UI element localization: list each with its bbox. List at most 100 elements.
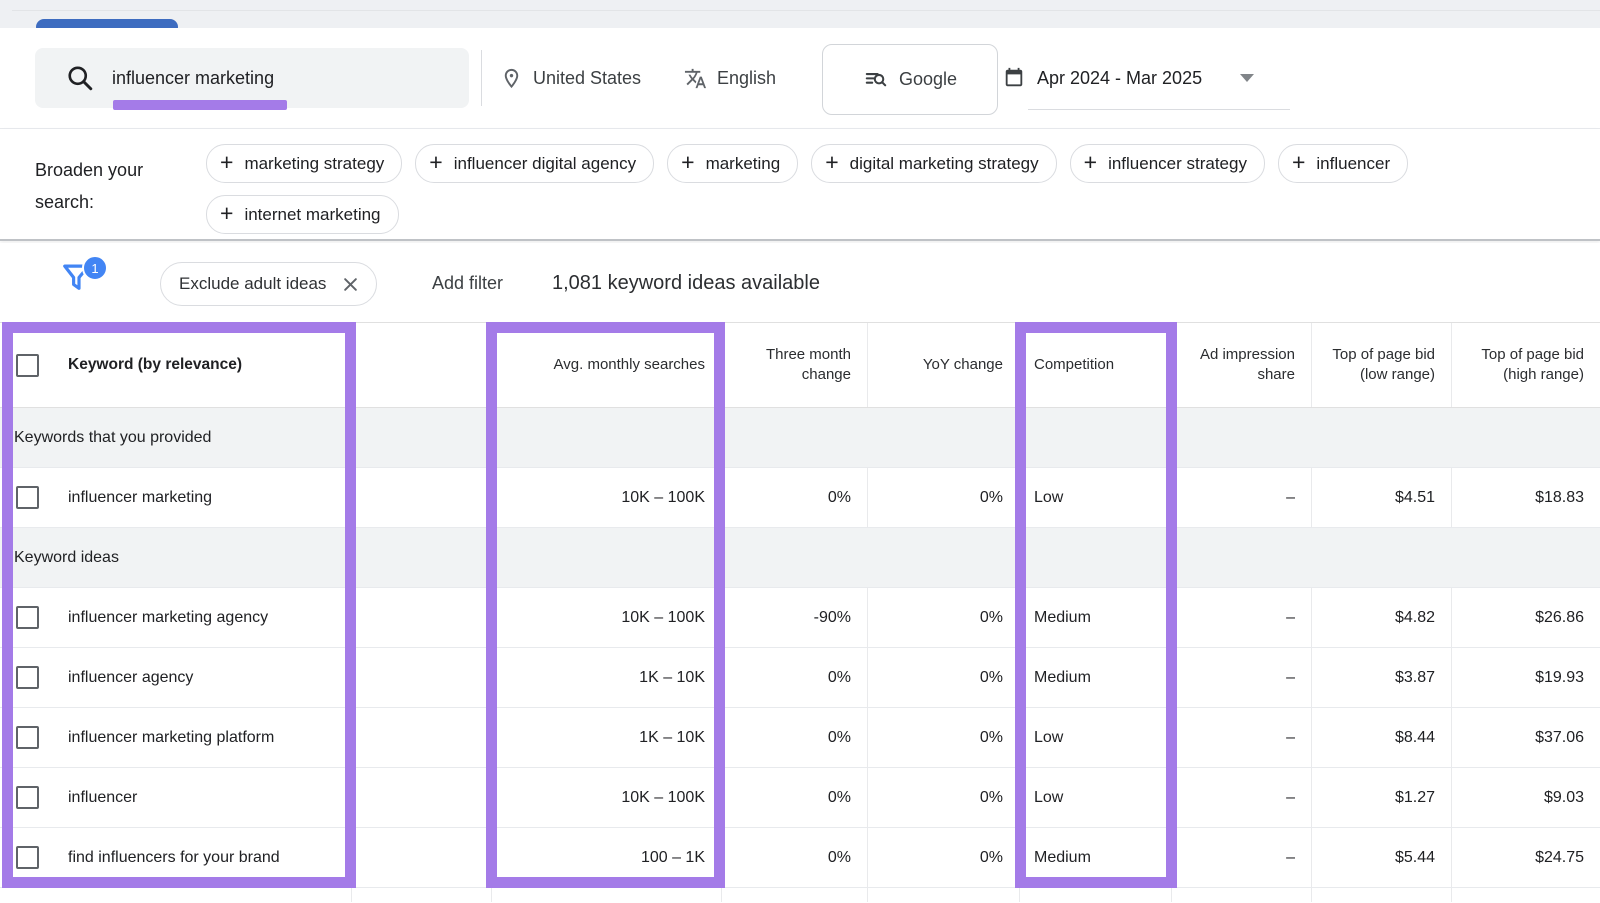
broaden-chip-marketing[interactable]: +marketing — [667, 144, 798, 183]
row-checkbox[interactable] — [16, 726, 39, 749]
row-checkbox[interactable] — [16, 486, 39, 509]
yoy-change-cell: 0% — [868, 708, 1020, 767]
location-selector[interactable]: United States — [500, 28, 641, 128]
top-bid-high-cell: $24.75 — [1452, 828, 1600, 887]
yoy-change-cell: 0% — [868, 588, 1020, 647]
column-spacer — [352, 323, 492, 407]
broaden-chip-label: influencer strategy — [1108, 154, 1247, 174]
cell-value: 0% — [980, 489, 1003, 507]
filler-cell — [1452, 888, 1600, 902]
keyword-cell: influencer marketing platform — [0, 708, 352, 767]
cell-value: 10K – 100K — [621, 789, 705, 807]
top-bid-high-cell: $26.86 — [1452, 588, 1600, 647]
column-header-competition[interactable]: Competition — [1020, 323, 1172, 407]
close-icon[interactable] — [343, 277, 358, 292]
cell-value: 100 – 1K — [641, 849, 705, 867]
section-label: Keywords that you provided — [14, 429, 211, 447]
active-filter-chip[interactable]: Exclude adult ideas — [160, 262, 377, 306]
column-header-ad-impression-share[interactable]: Ad impression share — [1172, 323, 1312, 407]
cell-value: $4.51 — [1395, 489, 1435, 507]
table-row-influencer: influencer10K – 100K0%0%Low–$1.27$9.03 — [0, 768, 1600, 828]
spacer-cell — [352, 708, 492, 767]
filter-count-badge: 1 — [82, 255, 108, 281]
top-bid-high-cell: $37.06 — [1452, 708, 1600, 767]
keyword-cell: influencer marketing agency — [0, 588, 352, 647]
spacer-cell — [352, 828, 492, 887]
cell-value: 0% — [828, 489, 851, 507]
table-row-influencer-marketing: influencer marketing10K – 100K0%0%Low–$4… — [0, 468, 1600, 528]
cell-value: – — [1286, 669, 1295, 687]
column-header-label: Top of page bid (low range) — [1312, 345, 1435, 386]
translate-icon — [684, 67, 707, 90]
date-range-selector[interactable]: Apr 2024 - Mar 2025 — [1003, 28, 1254, 128]
active-filter-label: Exclude adult ideas — [179, 274, 326, 294]
chevron-down-icon[interactable] — [1240, 74, 1254, 82]
search-input[interactable] — [110, 67, 444, 90]
keyword-text: influencer marketing platform — [68, 729, 274, 747]
broaden-chip-influencer-digital-agency[interactable]: +influencer digital agency — [415, 144, 654, 183]
column-header-label: Avg. monthly searches — [554, 355, 705, 375]
competition-cell: Low — [1020, 768, 1172, 827]
broaden-chip-label: influencer — [1316, 154, 1390, 174]
column-header-yoy-change[interactable]: YoY change — [868, 323, 1020, 407]
add-filter-button[interactable]: Add filter — [432, 262, 503, 304]
spacer-cell — [352, 468, 492, 527]
keyword-search-box[interactable] — [35, 48, 469, 108]
column-header-three-month-change[interactable]: Three month change — [722, 323, 868, 407]
filler-cell — [1172, 888, 1312, 902]
date-range-label: Apr 2024 - Mar 2025 — [1037, 68, 1202, 89]
avg-monthly-searches-cell: 10K – 100K — [492, 768, 722, 827]
avg-monthly-searches-cell: 1K – 10K — [492, 708, 722, 767]
ad-impression-share-cell: – — [1172, 648, 1312, 707]
column-header-keyword[interactable]: Keyword (by relevance) — [0, 323, 352, 407]
broaden-chip-marketing-strategy[interactable]: +marketing strategy — [206, 144, 402, 183]
ad-impression-share-cell: – — [1172, 708, 1312, 767]
cell-value: $8.44 — [1395, 729, 1435, 747]
broaden-chip-internet-marketing[interactable]: +internet marketing — [206, 195, 399, 234]
column-header-label: Ad impression share — [1172, 345, 1295, 386]
cell-value: Low — [1034, 729, 1063, 747]
cell-value: $37.06 — [1535, 729, 1584, 747]
broaden-chip-influencer-strategy[interactable]: +influencer strategy — [1070, 144, 1265, 183]
cell-value: – — [1286, 789, 1295, 807]
row-checkbox[interactable] — [16, 786, 39, 809]
cell-value: 10K – 100K — [621, 609, 705, 627]
competition-cell: Low — [1020, 708, 1172, 767]
competition-cell: Low — [1020, 468, 1172, 527]
top-bid-low-cell: $4.51 — [1312, 468, 1452, 527]
language-selector[interactable]: English — [684, 28, 776, 128]
location-label: United States — [533, 68, 641, 89]
broaden-chip-influencer[interactable]: +influencer — [1278, 144, 1408, 183]
row-checkbox[interactable] — [16, 606, 39, 629]
table-section-row-keyword-ideas: Keyword ideas — [0, 528, 1600, 588]
filter-count: 1 — [91, 261, 98, 276]
row-checkbox[interactable] — [16, 666, 39, 689]
spacer-cell — [352, 768, 492, 827]
broaden-chip-label: internet marketing — [244, 205, 380, 225]
ad-impression-share-cell: – — [1172, 828, 1312, 887]
top-band-divider — [12, 10, 1600, 11]
select-all-checkbox[interactable] — [16, 354, 39, 377]
toolbar-divider — [481, 50, 482, 106]
ad-impression-share-cell: – — [1172, 588, 1312, 647]
top-bid-low-cell: $4.82 — [1312, 588, 1452, 647]
column-header-label: Top of page bid (high range) — [1452, 345, 1584, 386]
filler-cell — [868, 888, 1020, 902]
column-header-top-bid-low[interactable]: Top of page bid (low range) — [1312, 323, 1452, 407]
column-header-avg-monthly-searches[interactable]: Avg. monthly searches — [492, 323, 722, 407]
table-section-row-keywords-that-you-provided: Keywords that you provided — [0, 408, 1600, 468]
broaden-chip-digital-marketing-strategy[interactable]: +digital marketing strategy — [811, 144, 1056, 183]
row-checkbox[interactable] — [16, 846, 39, 869]
column-header-top-bid-high[interactable]: Top of page bid (high range) — [1452, 323, 1600, 407]
cell-value: Medium — [1034, 669, 1091, 687]
plus-icon: + — [429, 151, 442, 174]
filters-button[interactable]: 1 — [60, 257, 112, 307]
keyword-cell: influencer agency — [0, 648, 352, 707]
keyword-cell: influencer — [0, 768, 352, 827]
cell-value: $24.75 — [1535, 849, 1584, 867]
table-row-influencer-marketing-platform: influencer marketing platform1K – 10K0%0… — [0, 708, 1600, 768]
cell-value: Low — [1034, 789, 1063, 807]
competition-cell: Medium — [1020, 588, 1172, 647]
cell-value: Medium — [1034, 849, 1091, 867]
network-selector[interactable]: Google — [822, 44, 998, 115]
